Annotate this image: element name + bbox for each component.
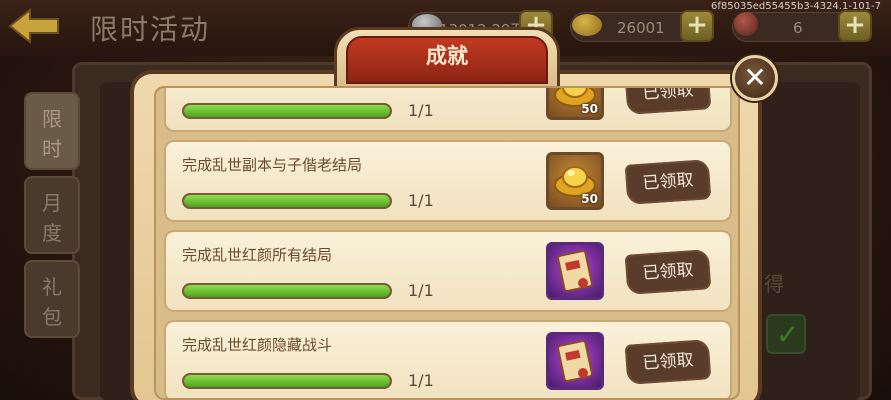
scroll-icon[interactable] <box>546 332 604 390</box>
progress-bar <box>182 373 392 389</box>
tab-limited-label: 限时 <box>42 107 62 161</box>
progress-bar <box>182 103 392 119</box>
tab-monthly[interactable]: 月度 <box>24 176 80 254</box>
reward-count: 50 <box>581 192 598 206</box>
back-arrow-icon[interactable] <box>6 6 62 46</box>
meat-value: 6 <box>793 19 803 37</box>
add-meat-button[interactable]: + <box>838 10 872 42</box>
gold-ingot-icon[interactable]: 50 <box>546 88 604 120</box>
achievement-row: 完成乱世红颜隐藏战斗 1/1 已领取 <box>164 320 732 398</box>
progress-text: 1/1 <box>408 101 434 120</box>
claimed-stamp: 已领取 <box>624 88 712 115</box>
close-button[interactable]: ✕ <box>732 55 778 101</box>
background-label: 得 <box>764 272 784 296</box>
tab-monthly-label: 月度 <box>42 191 62 245</box>
progress-bar-fill <box>184 195 390 207</box>
check-icon <box>766 314 806 354</box>
scroll-icon[interactable] <box>546 242 604 300</box>
progress-text: 1/1 <box>408 191 434 210</box>
meat-icon <box>734 12 758 36</box>
gold-value: 26001 <box>617 19 665 37</box>
dialog-title: 成就 <box>426 44 468 68</box>
gold-icon <box>572 14 602 36</box>
achievement-description: 完成乱世红颜所有结局 <box>182 246 333 264</box>
achievement-row: 完成乱世副本与子偕老结局 1/1 50 已领取 <box>164 140 732 222</box>
progress-bar-fill <box>184 375 390 387</box>
achievement-description: 完成乱世红颜隐藏战斗 <box>182 336 333 354</box>
achievement-list-panel[interactable]: 1/1 50 已领取 完成乱世副本与子偕老结局 1/1 50 已领取 完成乱世红颜所有结局 1/… <box>154 86 740 400</box>
tab-limited[interactable]: 限时 <box>24 92 80 170</box>
progress-text: 1/1 <box>408 281 434 300</box>
achievement-row: 1/1 50 已领取 <box>164 88 732 132</box>
close-icon: ✕ <box>743 61 767 94</box>
progress-bar-fill <box>184 285 390 297</box>
claimed-stamp: 已领取 <box>624 249 712 295</box>
tab-gift-label: 礼包 <box>42 275 62 329</box>
gold-ingot-icon[interactable]: 50 <box>546 152 604 210</box>
achievement-row: 完成乱世红颜所有结局 1/1 已领取 <box>164 230 732 312</box>
progress-text: 1/1 <box>408 371 434 390</box>
reward-count: 50 <box>581 102 598 116</box>
progress-bar <box>182 283 392 299</box>
add-gold-button[interactable]: + <box>680 10 714 42</box>
progress-bar <box>182 193 392 209</box>
achievement-list[interactable]: 1/1 50 已领取 完成乱世副本与子偕老结局 1/1 50 已领取 完成乱世红颜所有结局 1/… <box>156 88 738 398</box>
tab-gift[interactable]: 礼包 <box>24 260 80 338</box>
achievement-description: 完成乱世副本与子偕老结局 <box>182 156 363 174</box>
claimed-stamp: 已领取 <box>624 159 712 205</box>
build-hash: 6f85035ed55455b3-4324.1-101-7 <box>711 1 881 12</box>
progress-bar-fill <box>184 105 390 117</box>
page-title: 限时活动 <box>90 13 211 46</box>
claimed-stamp: 已领取 <box>624 339 712 385</box>
